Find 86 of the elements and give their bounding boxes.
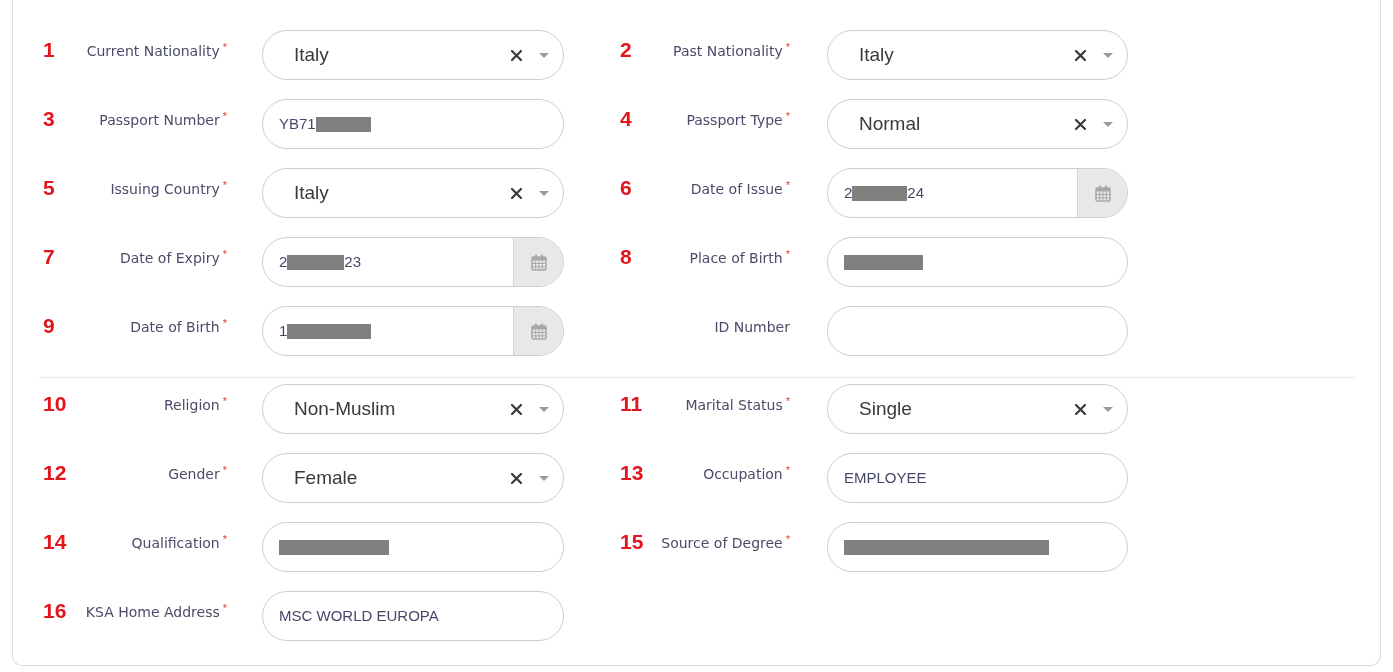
calendar-icon [530,253,547,271]
required-mark: * [785,42,790,53]
annotation-number: 2 [620,38,632,61]
caret-icon [539,52,549,58]
text-field[interactable] [827,522,1128,572]
required-mark: * [785,534,790,545]
annotation-number: 7 [43,245,55,268]
annotation-number: 1 [43,38,55,61]
caret-icon [1103,121,1113,127]
field-label: Date of Birth [130,318,220,337]
annotation-number: 4 [620,107,632,130]
text-field[interactable] [827,237,1128,287]
select-field[interactable]: Italy [262,30,564,80]
redaction-bar [315,116,371,132]
select-field[interactable]: Italy [827,30,1128,80]
required-mark: * [222,396,227,407]
text-field[interactable]: MSC WORLD EUROPA [262,591,564,641]
clear-icon[interactable] [511,403,522,415]
annotation-number: 9 [43,314,55,337]
field-label: Date of Expiry [119,249,220,268]
annotation-number: 8 [620,245,632,268]
field-label: Qualification [131,534,220,553]
caret-icon [539,406,549,412]
select-field[interactable]: Single [827,384,1128,434]
field-label: ID Number [714,318,790,337]
field-label: KSA Home Address [85,603,220,622]
required-mark: * [222,465,227,476]
required-mark: * [785,180,790,191]
annotation-number: 14 [43,530,67,553]
date-field[interactable]: 2 24 [827,168,1128,218]
caret-icon [1103,52,1113,58]
annotation-number: 10 [43,392,67,415]
required-mark: * [785,111,790,122]
annotation-number: 5 [43,176,55,199]
clear-icon[interactable] [511,187,522,199]
annotation-number: 13 [620,461,644,484]
field-label: Gender [168,465,220,484]
clear-icon[interactable] [511,472,522,484]
redaction-bar [852,185,908,201]
required-mark: * [222,603,227,614]
annotation-number: 12 [43,461,67,484]
date-field[interactable]: 2 23 [262,237,564,287]
field-label: Date of Issue [690,180,783,199]
text-field[interactable]: YB71 [262,99,564,149]
field-label: Source of Degree [661,534,783,553]
clear-icon[interactable] [1075,403,1086,415]
field-label: Passport Number [99,111,220,130]
select-field[interactable]: Female [262,453,564,503]
field-label: Place of Birth [689,249,783,268]
annotation-number: 3 [43,107,55,130]
text-field[interactable] [262,522,564,572]
field-label: Religion [164,396,220,415]
required-mark: * [222,534,227,545]
date-field[interactable]: 1 [262,306,564,356]
required-mark: * [785,249,790,260]
required-mark: * [785,396,790,407]
required-mark: * [222,180,227,191]
text-field[interactable] [827,306,1128,356]
field-label: Marital Status [685,396,783,415]
annotation-number: 6 [620,176,632,199]
required-mark: * [785,465,790,476]
field-label: Issuing Country [110,180,220,199]
redaction-bar [287,254,345,270]
clear-icon[interactable] [1075,118,1086,130]
text-field[interactable]: EMPLOYEE [827,453,1128,503]
clear-icon[interactable] [1075,49,1086,61]
clear-icon[interactable] [511,49,522,61]
select-field[interactable]: Normal [827,99,1128,149]
caret-icon [539,190,549,196]
field-label: Past Nationality [673,42,783,61]
required-mark: * [222,318,227,329]
caret-icon [539,475,549,481]
required-mark: * [222,249,227,260]
field-label: Current Nationality [86,42,220,61]
required-mark: * [222,111,227,122]
annotation-number: 16 [43,599,67,622]
caret-icon [1103,406,1113,412]
calendar-icon [1094,184,1111,202]
annotation-number: 15 [620,530,644,553]
required-mark: * [222,42,227,53]
select-field[interactable]: Italy [262,168,564,218]
select-field[interactable]: Non-Muslim [262,384,564,434]
field-label: Passport Type [686,111,783,130]
calendar-icon [530,322,547,340]
field-label: Occupation [703,465,783,484]
annotation-number: 11 [620,392,643,415]
